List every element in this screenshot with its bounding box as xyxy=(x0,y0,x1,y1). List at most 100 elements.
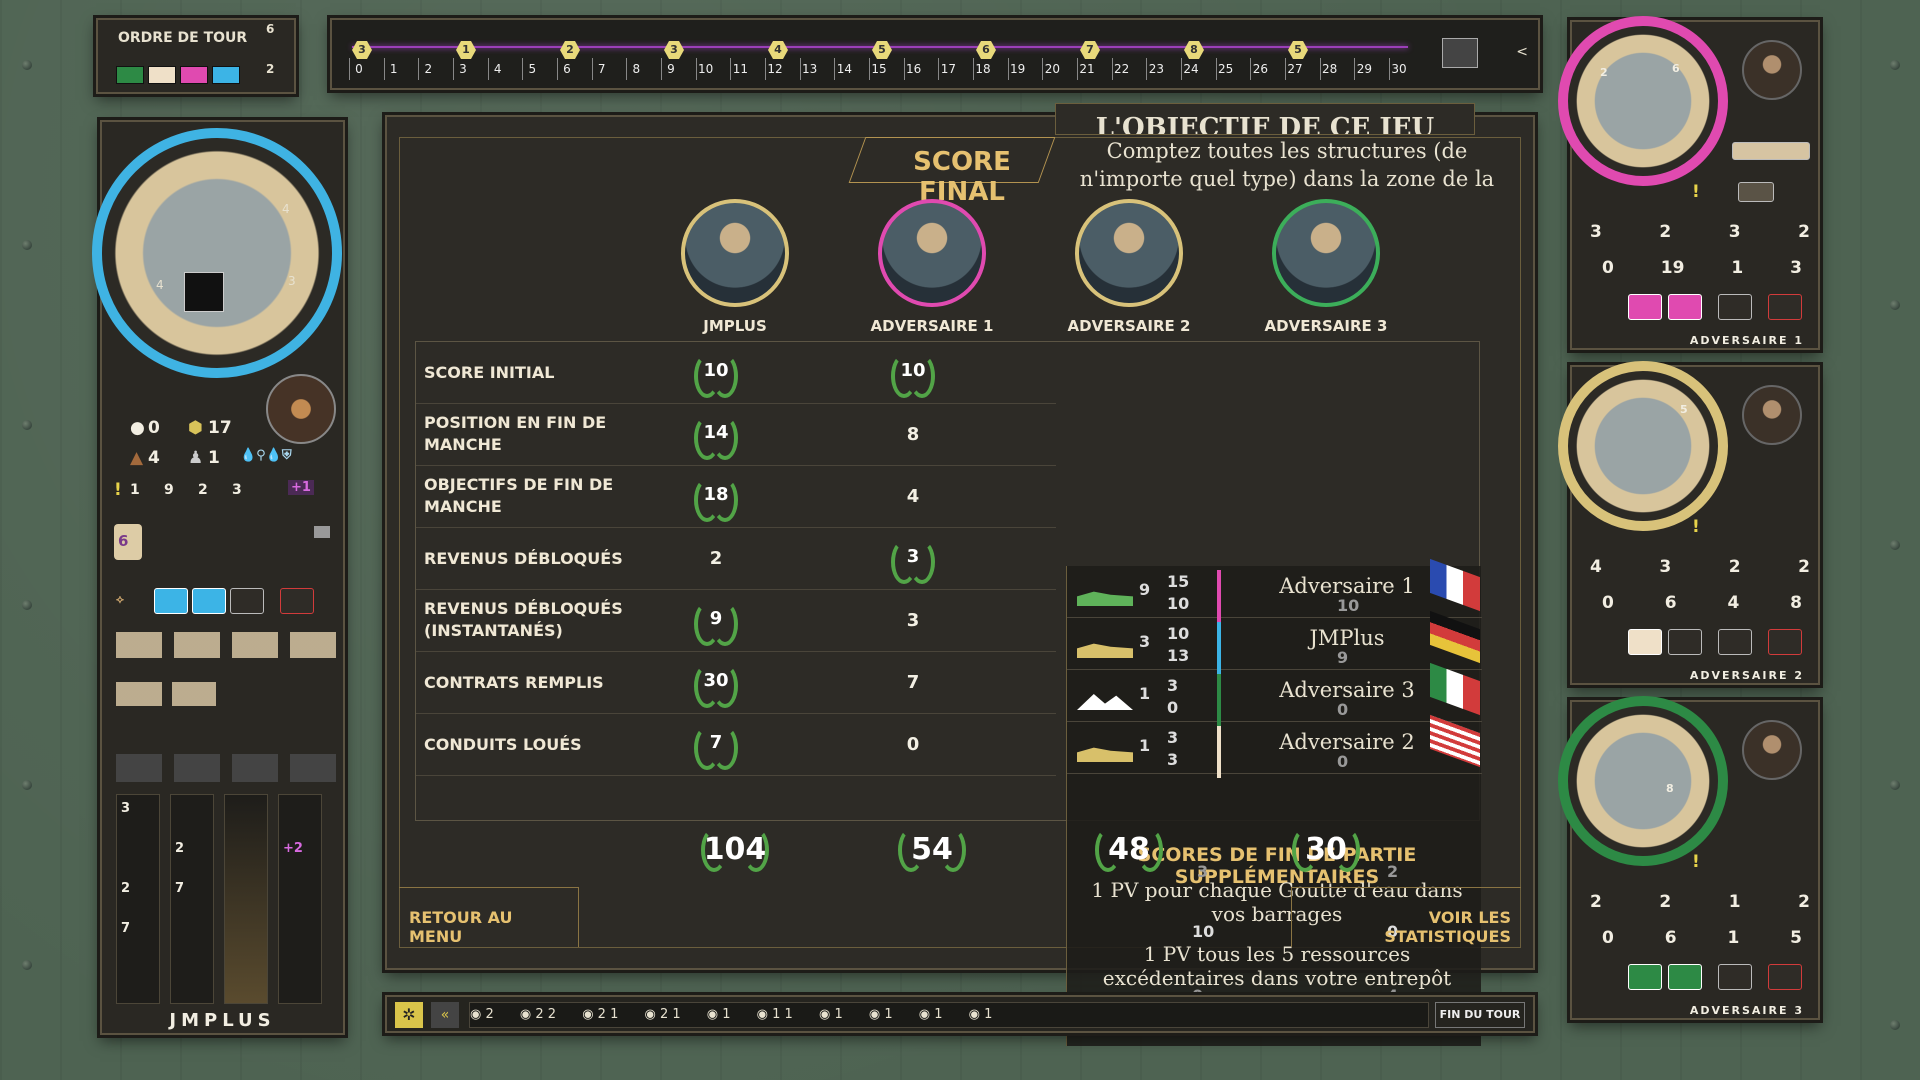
total-score-4: 30 xyxy=(1286,822,1366,882)
round-badge-2: 2 xyxy=(266,62,275,76)
score-tick: 15 xyxy=(871,62,887,76)
log-entry[interactable]: ◉ 1 xyxy=(819,1007,847,1022)
excavators-count: 4 xyxy=(148,448,160,468)
score-row-label: CONTRATS REMPLIS xyxy=(424,673,604,692)
build-count: 1 xyxy=(1728,892,1741,912)
score-tick: 7 xyxy=(597,62,606,76)
bonus-plus-one: +1 xyxy=(288,480,314,495)
score-value: 18 xyxy=(703,484,729,505)
score-row: POSITION EN FIN DE MANCHE 14 8 xyxy=(416,404,1056,466)
excavator-icon: ▲ xyxy=(130,448,144,468)
player-wheel[interactable] xyxy=(92,128,342,378)
worker-tile xyxy=(1718,629,1752,655)
worker-tile xyxy=(1768,294,1802,320)
build-count: 2 xyxy=(1590,892,1602,912)
build-count: 2 xyxy=(1728,557,1741,577)
build-count: 2 xyxy=(1798,222,1810,242)
opponent-name: ADVERSAIRE 2 xyxy=(1689,669,1804,682)
player-portrait xyxy=(1075,199,1183,307)
rewind-icon[interactable]: « xyxy=(431,1002,459,1028)
engineers-count: 1 xyxy=(208,448,220,468)
structure-column-3 xyxy=(224,794,268,1004)
score-tick: 14 xyxy=(836,62,852,76)
rank-value: 13 xyxy=(1167,646,1190,665)
objective-title: L'OBJECTIF DE CE JEU xyxy=(1055,103,1475,135)
log-entry[interactable]: ◉ 2 2 xyxy=(520,1007,560,1022)
rank-value: 0 xyxy=(1167,698,1179,717)
total-score-3: 48 xyxy=(1089,822,1169,882)
technology-tiles[interactable] xyxy=(116,682,216,706)
collapse-chevron-icon[interactable]: < xyxy=(1516,44,1528,60)
worker-icon: ● xyxy=(130,418,145,438)
worker-tile xyxy=(1668,964,1702,990)
score-tick: 3 xyxy=(459,62,467,76)
score-value: 10 xyxy=(900,360,926,381)
rank-value: 1 xyxy=(1139,684,1151,703)
rivet xyxy=(22,420,32,430)
column-value: 2 xyxy=(175,841,185,856)
score-tick: 20 xyxy=(1044,62,1060,76)
settings-gear-icon[interactable]: ✲ xyxy=(395,1002,423,1028)
player-board-jmplus: 4 4 3 ● 0 ⬢ 17 ▲ 4 ♟ 1 💧⚲💧⛨ ! 1 9 2 3 +1… xyxy=(92,120,345,1035)
log-entry[interactable]: ◉ 2 1 xyxy=(644,1007,684,1022)
income-icon: ⟡ xyxy=(116,592,124,606)
end-turn-button[interactable]: FIN DU TOUR xyxy=(1435,1002,1525,1028)
stat-value: 0 xyxy=(1602,258,1614,278)
log-entries[interactable]: ◉ 2 ◉ 2 2 ◉ 2 1 ◉ 2 1 ◉ 1 ◉ 1 1 ◉ 1 ◉ 1 … xyxy=(469,1002,1429,1028)
back-to-menu-button[interactable]: RETOUR AU MENU xyxy=(399,887,579,947)
build-count: 2 xyxy=(1798,557,1810,577)
opponent-stats: 0 19 1 3 xyxy=(1602,258,1802,278)
ranking-row: 3 10 13 JMPlus 9 xyxy=(1067,610,1482,674)
objective-text-content: Comptez toutes les structures (de n'impo… xyxy=(1079,139,1495,191)
player-name: ADVERSAIRE 1 xyxy=(870,317,994,335)
log-entry[interactable]: ◉ 1 xyxy=(707,1007,735,1022)
opponent-wheel[interactable] xyxy=(1558,16,1728,186)
rank-value: 3 xyxy=(1167,750,1179,769)
score-tick: 12 xyxy=(767,62,783,76)
score-tick: 21 xyxy=(1079,62,1095,76)
rivet xyxy=(1890,1020,1900,1030)
laurel-icon: 30 xyxy=(688,658,744,708)
score-row-label: POSITION EN FIN DE MANCHE xyxy=(424,413,607,454)
player-name: JMPLUS xyxy=(169,1010,276,1031)
log-entry[interactable]: ◉ 1 xyxy=(919,1007,947,1022)
score-tick: 1 xyxy=(389,62,398,76)
log-entry[interactable]: ◉ 2 xyxy=(470,1007,498,1022)
score-tick: 25 xyxy=(1218,62,1234,76)
wheel-number-2: 4 xyxy=(156,278,164,292)
opponent-board-1: 2 6 ! 3 2 3 2 0 19 1 3 ADVERSAIRE 1 xyxy=(1558,16,1820,350)
player-column-3: ADVERSAIRE 2 xyxy=(1049,199,1209,335)
rivet xyxy=(22,960,32,970)
book-icon[interactable] xyxy=(314,526,330,538)
column-value: 3 xyxy=(121,801,131,816)
opponent-portrait xyxy=(1742,720,1802,780)
opponent-wheel[interactable] xyxy=(1558,361,1728,531)
opponent-wheel[interactable] xyxy=(1558,696,1728,866)
log-entry[interactable]: ◉ 1 xyxy=(869,1007,897,1022)
credit-icon: ⬢ xyxy=(188,418,203,438)
total-score-2: 54 xyxy=(892,822,972,882)
view-statistics-button[interactable]: VOIR LES STATISTIQUES xyxy=(1291,887,1521,947)
build-count: 3 xyxy=(1590,222,1602,242)
terrain-icon xyxy=(1077,643,1133,658)
worker-tile xyxy=(1628,294,1662,320)
turn-order-panel: ORDRE DE TOUR 6 2 xyxy=(96,18,296,94)
score-tick: 11 xyxy=(732,62,748,76)
score-row: REVENUS DÉBLOQUÉS 2 3 xyxy=(416,528,1056,590)
rank-value: 3 xyxy=(1167,728,1179,747)
laurel-icon: 9 xyxy=(688,596,744,646)
score-value: 4 xyxy=(906,486,920,507)
stat-value: 4 xyxy=(1727,593,1740,613)
ranking-overlay: 9 15 10 Adversaire 1 10 3 10 13 JMPlus 9 1 3 0 Advers… xyxy=(1066,558,1482,1046)
log-entry[interactable]: ◉ 1 xyxy=(969,1007,993,1022)
opponent-name: ADVERSAIRE 1 xyxy=(1689,334,1804,347)
log-entry[interactable]: ◉ 1 1 xyxy=(757,1007,797,1022)
build-count: 2 xyxy=(1798,892,1810,912)
score-tick: 24 xyxy=(1183,62,1199,76)
stat-value: 6 xyxy=(1664,593,1677,613)
opponent-portrait xyxy=(1742,40,1802,100)
log-entry[interactable]: ◉ 2 1 xyxy=(582,1007,622,1022)
score-tick: 13 xyxy=(802,62,818,76)
turn-order-label: ORDRE DE TOUR xyxy=(118,30,248,46)
count-3: 2 xyxy=(198,482,208,498)
